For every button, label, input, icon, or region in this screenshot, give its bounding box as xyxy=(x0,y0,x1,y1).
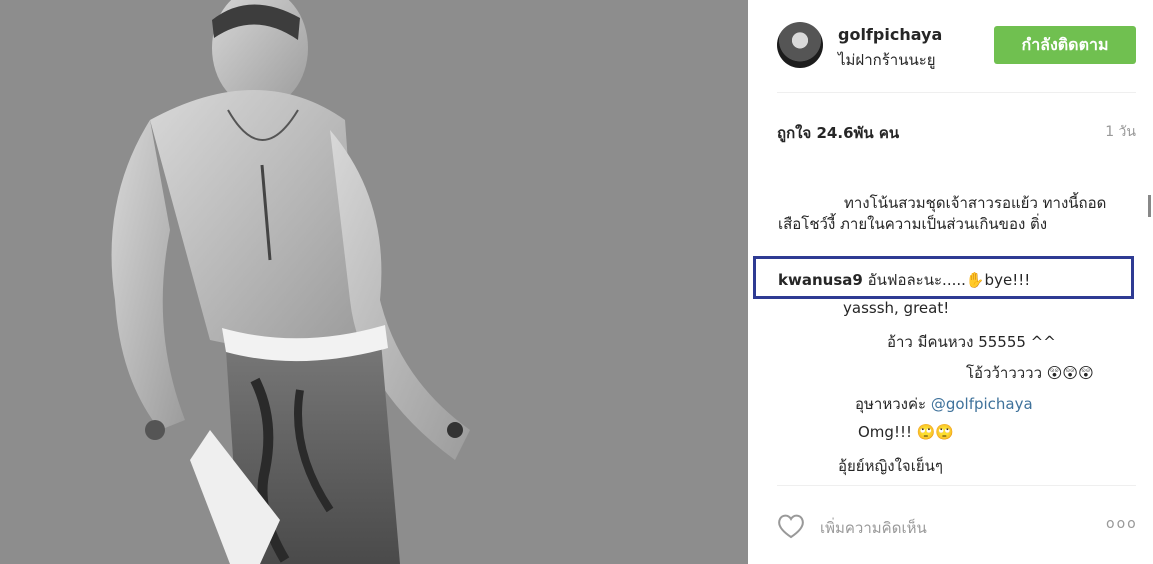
header-divider xyxy=(777,92,1136,93)
footer-divider xyxy=(777,485,1136,486)
avatar[interactable] xyxy=(777,22,823,68)
more-options-button[interactable]: ooo xyxy=(1106,516,1138,532)
comment-text: yasssh, great! xyxy=(843,299,950,317)
post-location[interactable]: ไม่ฝากร้านนะยู xyxy=(838,48,936,72)
comment-username[interactable]: kwanusa9 xyxy=(778,271,863,289)
comment-text: โอ้วว้าวววว 😲😲😲 xyxy=(966,364,1094,382)
comment-mention[interactable]: @golfpichaya xyxy=(931,395,1033,413)
post-photo[interactable] xyxy=(0,0,748,564)
post-caption: ทางโน้นสวมชุดเจ้าสาวรอแย้ว ทางนี้ถอดเสือ… xyxy=(778,194,1107,233)
post-username[interactable]: golfpichaya xyxy=(838,25,942,44)
heart-outline-icon[interactable] xyxy=(777,513,805,539)
following-button[interactable]: กำลังติดตาม xyxy=(994,26,1136,64)
comment-row: kwanusa9 อันฟอละนะ.....✋bye!!! xyxy=(778,268,1030,292)
likes-count[interactable]: ถูกใจ 24.6พัน คน xyxy=(777,121,899,145)
comment-text: อ้าว มีคนหวง 55555 ^^ xyxy=(887,333,1056,351)
photo-illustration xyxy=(0,0,748,564)
add-comment-input[interactable]: เพิ่มความคิดเห็น xyxy=(820,516,927,540)
post-time[interactable]: 1 วัน xyxy=(1105,121,1136,143)
comment-text: อุ้ยย์หญิงใจเย็นๆ xyxy=(838,457,943,475)
comment-text: อุษาหวงค่ะ xyxy=(855,395,931,413)
comment-text: Omg!!! 🙄🙄 xyxy=(858,423,955,441)
comment-text: อันฟอละนะ.....✋bye!!! xyxy=(867,271,1031,289)
comment-row: อุษาหวงค่ะ @golfpichaya xyxy=(855,392,1033,416)
scrollbar[interactable] xyxy=(1148,195,1151,217)
